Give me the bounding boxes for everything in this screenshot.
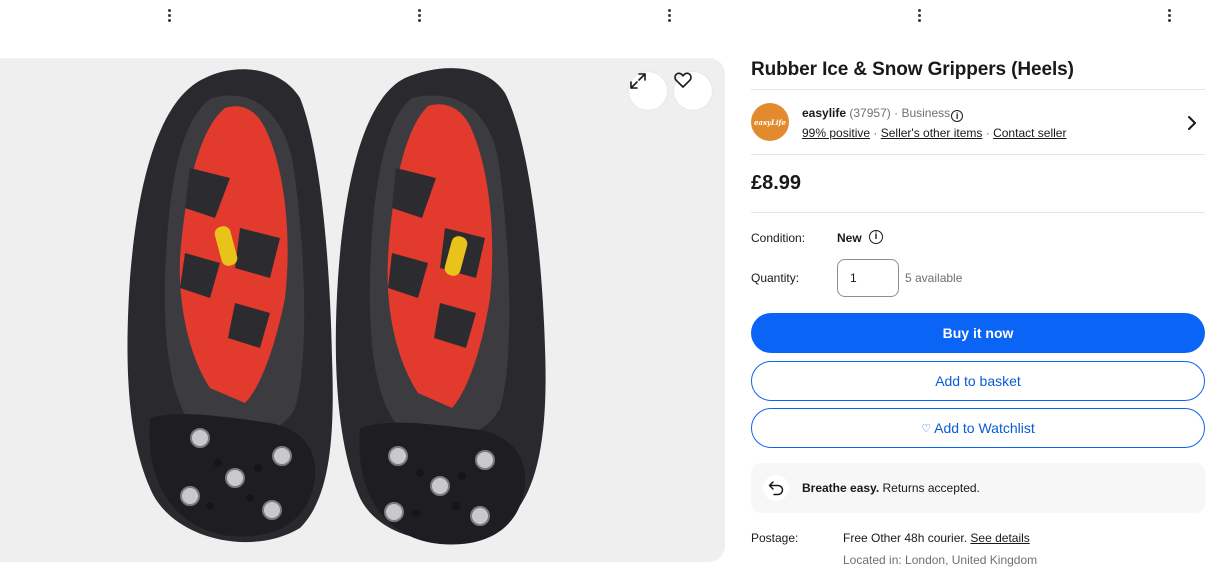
separator: · bbox=[894, 106, 899, 120]
buy-it-now-button[interactable]: Buy it now bbox=[751, 313, 1205, 353]
quantity-label: Quantity: bbox=[751, 271, 800, 285]
info-icon[interactable]: i bbox=[869, 230, 883, 244]
separator: · bbox=[985, 126, 990, 140]
more-options-icon[interactable] bbox=[1165, 9, 1173, 25]
seller-links-line: 99% positive · Seller's other items · Co… bbox=[802, 126, 1066, 140]
add-to-basket-button[interactable]: Add to basket bbox=[751, 361, 1205, 401]
seller-feedback-count: (37957) bbox=[849, 106, 891, 120]
condition-value: New bbox=[837, 231, 862, 245]
more-options-icon[interactable] bbox=[665, 9, 673, 25]
divider bbox=[751, 212, 1205, 213]
quantity-available: 5 available bbox=[905, 271, 963, 285]
more-options-icon[interactable] bbox=[165, 9, 173, 25]
listing-info-panel: Rubber Ice & Snow Grippers (Heels) easyL… bbox=[751, 56, 1205, 567]
returns-text: Breathe easy. Returns accepted. bbox=[802, 481, 980, 495]
add-to-watchlist-label: Add to Watchlist bbox=[934, 420, 1035, 436]
right-gripper-image bbox=[335, 68, 546, 545]
price: £8.99 bbox=[751, 172, 802, 194]
postage-value: Free Other 48h courier. See details bbox=[843, 531, 1030, 545]
seller-name-link[interactable]: easylife bbox=[802, 106, 846, 120]
item-location: Located in: London, United Kingdom bbox=[843, 553, 1038, 567]
heart-icon bbox=[674, 72, 692, 88]
returns-banner: Breathe easy. Returns accepted. bbox=[751, 463, 1205, 513]
condition-label: Condition: bbox=[751, 231, 806, 245]
carousel-menu-row bbox=[0, 0, 1231, 34]
product-image bbox=[127, 68, 546, 545]
return-arrow-icon bbox=[763, 475, 789, 501]
postage-method: Free Other 48h courier. bbox=[843, 531, 971, 545]
sellers-other-items-link[interactable]: Seller's other items bbox=[881, 126, 983, 140]
see-details-link[interactable]: See details bbox=[970, 531, 1029, 545]
left-gripper-image bbox=[127, 69, 333, 543]
seller-type: Business bbox=[901, 106, 951, 120]
more-options-icon[interactable] bbox=[915, 9, 923, 25]
more-options-icon[interactable] bbox=[415, 9, 423, 25]
product-image-gallery[interactable] bbox=[0, 58, 725, 562]
add-to-watchlist-button[interactable]: ♡ Add to Watchlist bbox=[751, 408, 1205, 448]
positive-feedback-link[interactable]: 99% positive bbox=[802, 126, 870, 140]
expand-arrows-icon bbox=[630, 73, 646, 89]
quantity-input[interactable] bbox=[837, 259, 899, 297]
returns-policy-text: Returns accepted. bbox=[879, 481, 980, 495]
add-to-watchlist-heart-button[interactable] bbox=[674, 72, 712, 110]
expand-image-button[interactable] bbox=[629, 72, 667, 110]
seller-logo-text: easyLife bbox=[753, 117, 787, 127]
info-icon[interactable]: i bbox=[951, 110, 964, 122]
chevron-right-icon[interactable] bbox=[1185, 114, 1199, 132]
returns-bold-text: Breathe easy. bbox=[802, 481, 880, 495]
postage-label: Postage: bbox=[751, 531, 799, 545]
separator: · bbox=[873, 126, 878, 140]
seller-card[interactable]: easyLife easylife (37957) · Business i 99… bbox=[751, 89, 1205, 155]
contact-seller-link[interactable]: Contact seller bbox=[993, 126, 1066, 140]
seller-info-line: easylife (37957) · Business i bbox=[802, 106, 964, 122]
seller-logo[interactable]: easyLife bbox=[751, 103, 789, 141]
heart-icon: ♡ bbox=[921, 422, 932, 435]
product-title: Rubber Ice & Snow Grippers (Heels) bbox=[751, 59, 1074, 80]
